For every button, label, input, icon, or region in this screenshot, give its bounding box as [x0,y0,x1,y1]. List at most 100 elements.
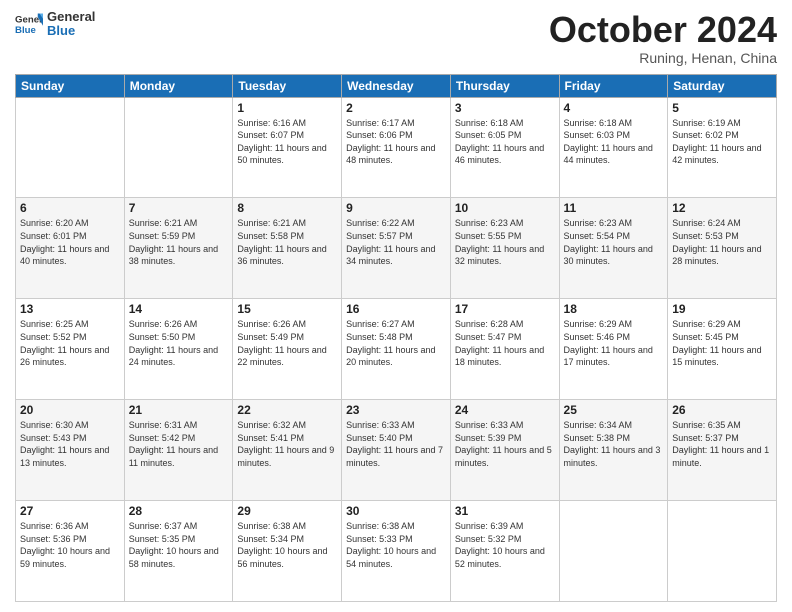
calendar-cell: 27 Sunrise: 6:36 AM Sunset: 5:36 PM Dayli… [16,501,125,602]
page: General Blue General Blue October 2024 R… [0,0,792,612]
day-number: 22 [237,403,337,417]
day-info: Sunrise: 6:33 AM Sunset: 5:39 PM Dayligh… [455,419,555,469]
calendar-cell: 17 Sunrise: 6:28 AM Sunset: 5:47 PM Dayli… [450,299,559,400]
day-number: 4 [564,101,664,115]
day-info: Sunrise: 6:29 AM Sunset: 5:45 PM Dayligh… [672,318,772,368]
calendar-week-row: 13 Sunrise: 6:25 AM Sunset: 5:52 PM Dayli… [16,299,777,400]
logo: General Blue General Blue [15,10,95,39]
calendar-cell: 9 Sunrise: 6:22 AM Sunset: 5:57 PM Daylig… [342,198,451,299]
day-number: 13 [20,302,120,316]
calendar-cell: 7 Sunrise: 6:21 AM Sunset: 5:59 PM Daylig… [124,198,233,299]
day-info: Sunrise: 6:21 AM Sunset: 5:58 PM Dayligh… [237,217,337,267]
calendar-cell: 12 Sunrise: 6:24 AM Sunset: 5:53 PM Dayli… [668,198,777,299]
calendar-cell: 1Sunrise: 6:16 AM Sunset: 6:07 PM Daylig… [233,97,342,198]
day-number: 14 [129,302,229,316]
calendar-cell [668,501,777,602]
subtitle: Runing, Henan, China [549,50,777,66]
logo-line1: General [47,10,95,24]
day-info: Sunrise: 6:22 AM Sunset: 5:57 PM Dayligh… [346,217,446,267]
day-info: Sunrise: 6:21 AM Sunset: 5:59 PM Dayligh… [129,217,229,267]
day-number: 18 [564,302,664,316]
day-info: Sunrise: 6:18 AM Sunset: 6:03 PM Dayligh… [564,117,664,167]
day-info: Sunrise: 6:23 AM Sunset: 5:55 PM Dayligh… [455,217,555,267]
svg-text:Blue: Blue [15,25,36,36]
day-info: Sunrise: 6:38 AM Sunset: 5:34 PM Dayligh… [237,520,337,570]
logo-line2: Blue [47,24,95,38]
day-info: Sunrise: 6:30 AM Sunset: 5:43 PM Dayligh… [20,419,120,469]
calendar-cell: 20 Sunrise: 6:30 AM Sunset: 5:43 PM Dayli… [16,400,125,501]
day-info: Sunrise: 6:38 AM Sunset: 5:33 PM Dayligh… [346,520,446,570]
calendar-week-row: 20 Sunrise: 6:30 AM Sunset: 5:43 PM Dayli… [16,400,777,501]
day-info: Sunrise: 6:16 AM Sunset: 6:07 PM Dayligh… [237,117,337,167]
day-number: 9 [346,201,446,215]
month-title: October 2024 [549,10,777,50]
day-number: 26 [672,403,772,417]
day-info: Sunrise: 6:39 AM Sunset: 5:32 PM Dayligh… [455,520,555,570]
day-info: Sunrise: 6:26 AM Sunset: 5:49 PM Dayligh… [237,318,337,368]
calendar-cell: 5Sunrise: 6:19 AM Sunset: 6:02 PM Daylig… [668,97,777,198]
day-number: 8 [237,201,337,215]
day-info: Sunrise: 6:23 AM Sunset: 5:54 PM Dayligh… [564,217,664,267]
day-info: Sunrise: 6:32 AM Sunset: 5:41 PM Dayligh… [237,419,337,469]
calendar-table: SundayMondayTuesdayWednesdayThursdayFrid… [15,74,777,602]
day-number: 31 [455,504,555,518]
weekday-header: Saturday [668,74,777,97]
day-number: 7 [129,201,229,215]
day-info: Sunrise: 6:24 AM Sunset: 5:53 PM Dayligh… [672,217,772,267]
day-info: Sunrise: 6:20 AM Sunset: 6:01 PM Dayligh… [20,217,120,267]
weekday-header: Wednesday [342,74,451,97]
day-number: 24 [455,403,555,417]
day-number: 20 [20,403,120,417]
weekday-header: Thursday [450,74,559,97]
calendar-week-row: 6Sunrise: 6:20 AM Sunset: 6:01 PM Daylig… [16,198,777,299]
weekday-header: Tuesday [233,74,342,97]
day-number: 15 [237,302,337,316]
logo-icon: General Blue [15,10,43,38]
day-number: 17 [455,302,555,316]
day-number: 21 [129,403,229,417]
day-info: Sunrise: 6:26 AM Sunset: 5:50 PM Dayligh… [129,318,229,368]
calendar-cell [124,97,233,198]
day-number: 27 [20,504,120,518]
calendar-header-row: SundayMondayTuesdayWednesdayThursdayFrid… [16,74,777,97]
day-number: 12 [672,201,772,215]
calendar-cell: 25 Sunrise: 6:34 AM Sunset: 5:38 PM Dayli… [559,400,668,501]
day-info: Sunrise: 6:27 AM Sunset: 5:48 PM Dayligh… [346,318,446,368]
calendar-cell: 14 Sunrise: 6:26 AM Sunset: 5:50 PM Dayli… [124,299,233,400]
calendar-cell: 26Sunrise: 6:35 AM Sunset: 5:37 PM Dayli… [668,400,777,501]
calendar-cell: 29 Sunrise: 6:38 AM Sunset: 5:34 PM Dayli… [233,501,342,602]
weekday-header: Friday [559,74,668,97]
day-number: 25 [564,403,664,417]
day-info: Sunrise: 6:25 AM Sunset: 5:52 PM Dayligh… [20,318,120,368]
title-block: October 2024 Runing, Henan, China [549,10,777,66]
day-info: Sunrise: 6:28 AM Sunset: 5:47 PM Dayligh… [455,318,555,368]
day-info: Sunrise: 6:36 AM Sunset: 5:36 PM Dayligh… [20,520,120,570]
calendar-cell: 6Sunrise: 6:20 AM Sunset: 6:01 PM Daylig… [16,198,125,299]
calendar-cell: 24 Sunrise: 6:33 AM Sunset: 5:39 PM Dayli… [450,400,559,501]
calendar-cell: 21 Sunrise: 6:31 AM Sunset: 5:42 PM Dayli… [124,400,233,501]
calendar-cell: 10Sunrise: 6:23 AM Sunset: 5:55 PM Dayli… [450,198,559,299]
day-info: Sunrise: 6:34 AM Sunset: 5:38 PM Dayligh… [564,419,664,469]
calendar-cell: 3Sunrise: 6:18 AM Sunset: 6:05 PM Daylig… [450,97,559,198]
day-info: Sunrise: 6:29 AM Sunset: 5:46 PM Dayligh… [564,318,664,368]
calendar-week-row: 1Sunrise: 6:16 AM Sunset: 6:07 PM Daylig… [16,97,777,198]
day-number: 3 [455,101,555,115]
day-info: Sunrise: 6:33 AM Sunset: 5:40 PM Dayligh… [346,419,446,469]
day-info: Sunrise: 6:31 AM Sunset: 5:42 PM Dayligh… [129,419,229,469]
calendar-cell: 15 Sunrise: 6:26 AM Sunset: 5:49 PM Dayli… [233,299,342,400]
day-info: Sunrise: 6:37 AM Sunset: 5:35 PM Dayligh… [129,520,229,570]
calendar-cell: 8 Sunrise: 6:21 AM Sunset: 5:58 PM Daylig… [233,198,342,299]
calendar-cell: 22 Sunrise: 6:32 AM Sunset: 5:41 PM Dayli… [233,400,342,501]
calendar-cell: 4 Sunrise: 6:18 AM Sunset: 6:03 PM Daylig… [559,97,668,198]
calendar-cell: 19Sunrise: 6:29 AM Sunset: 5:45 PM Dayli… [668,299,777,400]
day-number: 29 [237,504,337,518]
day-number: 11 [564,201,664,215]
weekday-header: Monday [124,74,233,97]
day-number: 28 [129,504,229,518]
calendar-cell [16,97,125,198]
day-info: Sunrise: 6:17 AM Sunset: 6:06 PM Dayligh… [346,117,446,167]
day-number: 5 [672,101,772,115]
calendar-cell: 2Sunrise: 6:17 AM Sunset: 6:06 PM Daylig… [342,97,451,198]
day-number: 16 [346,302,446,316]
calendar-cell: 13 Sunrise: 6:25 AM Sunset: 5:52 PM Dayli… [16,299,125,400]
